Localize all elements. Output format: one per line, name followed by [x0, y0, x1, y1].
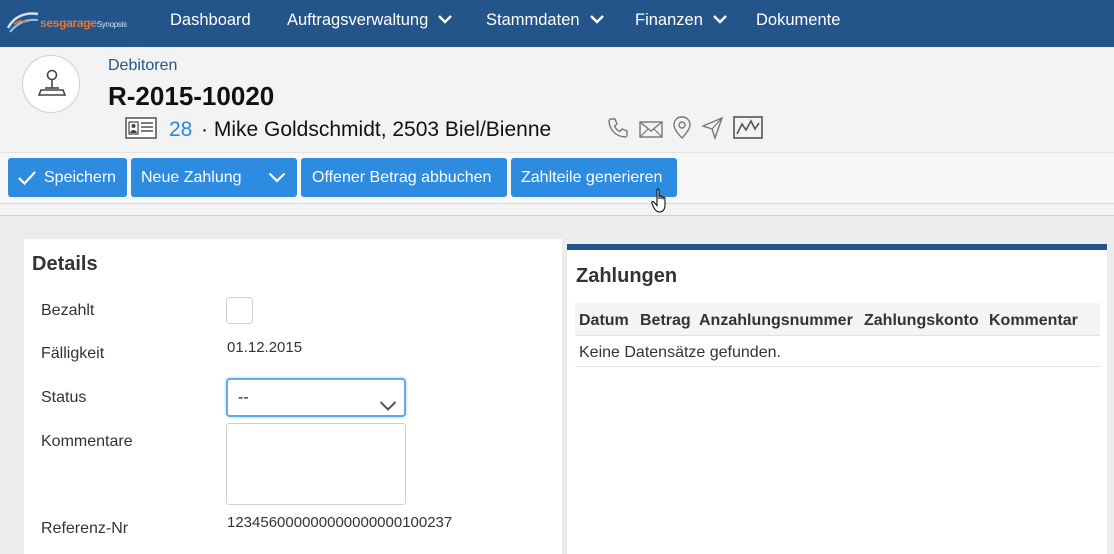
- chevron-down-icon: [438, 0, 453, 39]
- column-header-kommentar[interactable]: Kommentar: [989, 312, 1078, 330]
- status-label: Status: [41, 389, 87, 406]
- mail-icon[interactable]: [639, 119, 663, 144]
- chevron-down-icon: [379, 390, 397, 425]
- paid-checkbox[interactable]: [226, 297, 253, 324]
- comments-textarea[interactable]: [226, 423, 406, 505]
- navigate-icon[interactable]: [701, 116, 725, 145]
- brand-logo[interactable]: sesgarageSynopsis: [6, 6, 138, 40]
- generate-installments-label: Zahlteile generieren: [521, 169, 663, 186]
- brand-name: sesgarage: [40, 16, 97, 30]
- save-button[interactable]: Speichern: [8, 158, 127, 197]
- nav-dashboard-label: Dashboard: [170, 11, 251, 29]
- book-open-amount-label: Offener Betrag abbuchen: [312, 169, 492, 186]
- nav-auftragsverwaltung-label: Auftragsverwaltung: [287, 11, 429, 29]
- nav-dashboard[interactable]: Dashboard: [170, 0, 251, 47]
- nav-dokumente[interactable]: Dokumente: [756, 0, 840, 47]
- payments-title: Zahlungen: [576, 265, 678, 287]
- hand-cursor-icon: [651, 188, 671, 219]
- details-title: Details: [32, 253, 98, 275]
- nav-dokumente-label: Dokumente: [756, 11, 841, 29]
- nav-auftragsverwaltung[interactable]: Auftragsverwaltung: [287, 0, 453, 47]
- phone-icon[interactable]: [606, 116, 630, 145]
- column-header-betrag[interactable]: Betrag: [640, 312, 691, 330]
- paid-label: Bezahlt: [41, 302, 95, 319]
- comments-label: Kommentare: [41, 433, 133, 450]
- column-header-datum[interactable]: Datum: [579, 312, 629, 330]
- nav-finanzen[interactable]: Finanzen: [635, 0, 727, 47]
- new-payment-label: Neue Zahlung: [141, 169, 242, 186]
- book-open-amount-button[interactable]: Offener Betrag abbuchen: [301, 158, 507, 197]
- column-header-anzahlungsnummer[interactable]: Anzahlungsnummer: [699, 312, 853, 330]
- customer-name: · Mike Goldschmidt, 2503 Biel/Bienne: [201, 118, 552, 141]
- customer-number-link[interactable]: 28: [169, 118, 192, 142]
- joystick-icon: [37, 69, 67, 96]
- payments-table-header: Datum Betrag Anzahlungsnummer Zahlungsko…: [575, 303, 1100, 336]
- chevron-down-icon: [589, 0, 604, 39]
- chevron-down-icon[interactable]: [268, 158, 286, 197]
- chart-icon[interactable]: [733, 116, 763, 145]
- column-header-zahlungskonto[interactable]: Zahlungskonto: [864, 312, 979, 330]
- empty-message: Keine Datensätze gefunden.: [579, 344, 781, 361]
- top-navbar: sesgarageSynopsis Dashboard Auftragsverw…: [0, 0, 1114, 47]
- payments-panel: [567, 244, 1107, 554]
- nav-finanzen-label: Finanzen: [635, 11, 703, 29]
- breadcrumb-debitoren[interactable]: Debitoren: [108, 57, 177, 75]
- nav-stammdaten-label: Stammdaten: [486, 11, 580, 29]
- status-select-value: --: [238, 389, 249, 406]
- due-date-label: Fälligkeit: [41, 345, 105, 362]
- record-avatar: [22, 55, 80, 113]
- location-pin-icon[interactable]: [672, 116, 692, 145]
- nav-stammdaten[interactable]: Stammdaten: [486, 0, 604, 47]
- reference-value: 123456000000000000000100237: [227, 514, 453, 531]
- save-button-label: Speichern: [44, 169, 117, 186]
- car-logo-icon: [6, 12, 39, 33]
- brand-subname: Synopsis: [96, 20, 127, 29]
- status-select[interactable]: --: [226, 378, 406, 417]
- payments-empty-row: Keine Datensätze gefunden.: [575, 336, 1100, 367]
- page-title: R-2015-10020: [108, 81, 275, 111]
- new-payment-button[interactable]: Neue Zahlung: [131, 158, 297, 197]
- reference-label: Referenz-Nr: [41, 520, 129, 537]
- chevron-down-icon: [713, 0, 727, 39]
- checkmark-icon: [17, 158, 37, 197]
- id-card-icon: [125, 117, 157, 144]
- due-date-value: 01.12.2015: [227, 339, 303, 356]
